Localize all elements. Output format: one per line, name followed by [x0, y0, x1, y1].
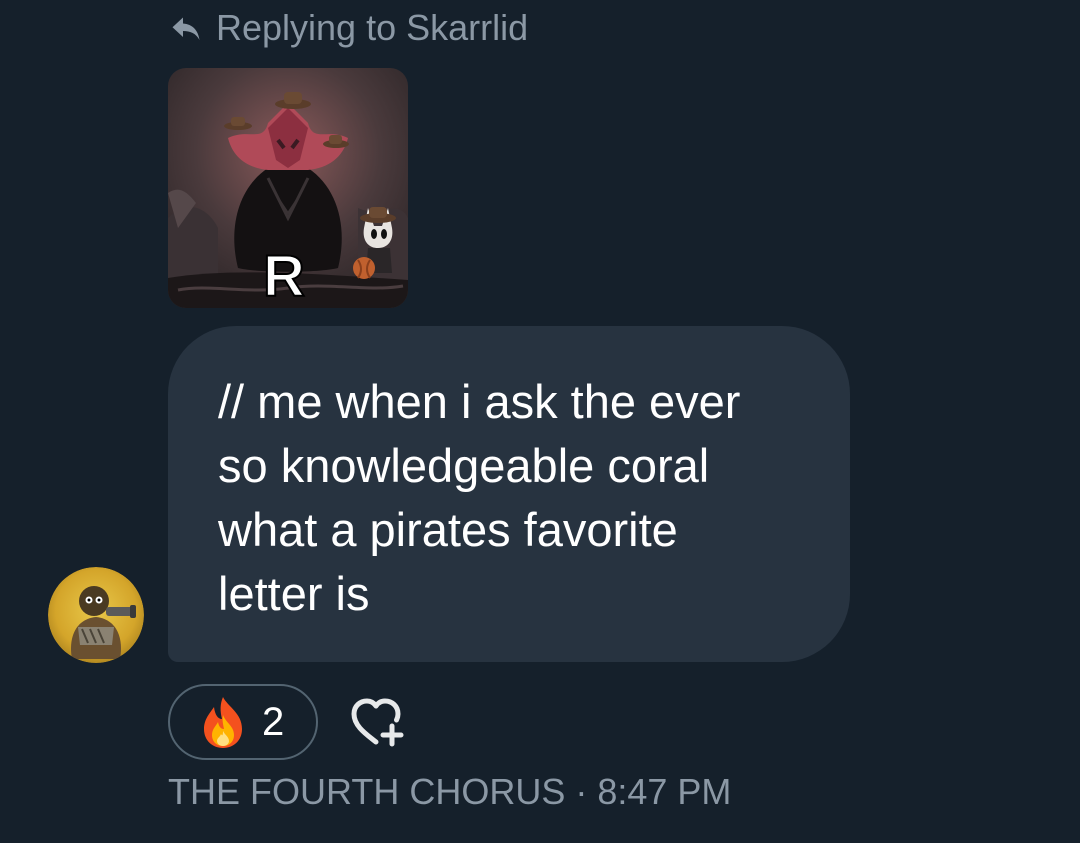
replying-to-line[interactable]: Replying to Skarrlid: [168, 8, 528, 48]
reaction-row: 2: [168, 684, 406, 760]
message-time: 8:47 PM: [597, 771, 732, 812]
message-bubble[interactable]: // me when i ask the ever so knowledgeab…: [168, 326, 850, 662]
fire-reaction-pill[interactable]: 2: [168, 684, 318, 760]
sender-name[interactable]: THE FOURTH CHORUS: [168, 770, 565, 814]
reply-arrow-icon: [172, 17, 200, 40]
message-meta: THE FOURTH CHORUS · 8:47 PM: [168, 770, 731, 814]
reaction-count: 2: [262, 699, 285, 744]
fire-emoji-icon: [204, 697, 242, 748]
media-overlay-letter: R: [263, 244, 305, 308]
replying-to-text: Replying to Skarrlid: [216, 7, 529, 48]
sender-avatar[interactable]: [48, 567, 144, 663]
media-image: R: [168, 68, 408, 308]
reply-media-thumbnail[interactable]: R: [168, 68, 408, 308]
avatar-image: [48, 567, 144, 663]
add-reaction-heart-icon[interactable]: [346, 692, 406, 752]
meta-separator: ·: [575, 771, 588, 812]
message-text: // me when i ask the ever so knowledgeab…: [218, 375, 741, 620]
